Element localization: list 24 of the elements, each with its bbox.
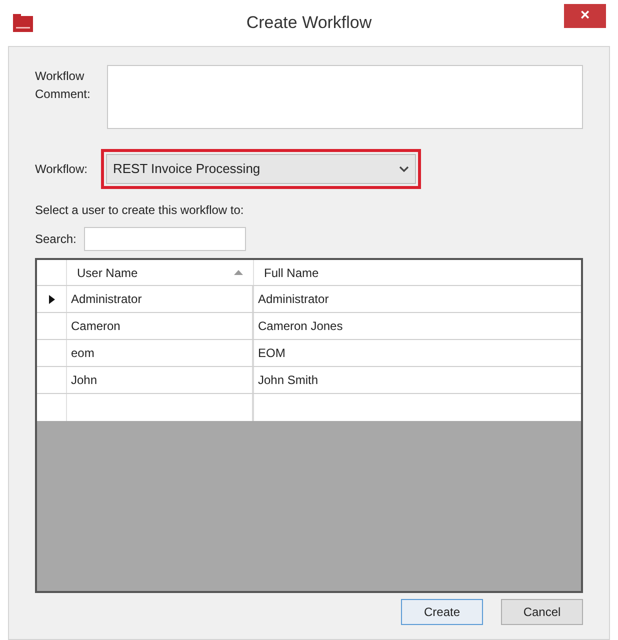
table-cell-text: John [71, 372, 98, 389]
table-cell-text: John Smith [258, 372, 318, 389]
search-field[interactable] [84, 227, 246, 251]
app-logo-icon [13, 14, 33, 32]
table-cell-text: Cameron Jones [258, 318, 343, 335]
table-cell-text: EOM [258, 345, 286, 362]
table-cell-text: Cameron [71, 318, 120, 335]
search-label: Search: [35, 231, 76, 248]
table-cell-text: eom [71, 345, 94, 362]
table-cell-text: Administrator [71, 291, 142, 308]
table-cell-text: Administrator [258, 291, 329, 308]
comment-label: Workflow Comment: [35, 68, 92, 103]
current-row-icon [48, 294, 54, 304]
window-title: Create Workflow [246, 12, 372, 34]
comment-field[interactable] [107, 65, 583, 129]
workflow-dropdown[interactable]: REST Invoice Processing [106, 154, 416, 184]
close-button[interactable]: × [564, 4, 606, 28]
dialog-button[interactable]: Create [401, 599, 483, 625]
chevron-down-icon [399, 166, 409, 172]
workflow-label: Workflow: [35, 161, 88, 178]
instruction-text: Select a user to create this workflow to: [35, 202, 244, 219]
column-header[interactable]: Full Name [254, 260, 581, 285]
dialog-button[interactable]: Cancel [501, 599, 583, 625]
column-header[interactable]: User Name [67, 260, 254, 285]
